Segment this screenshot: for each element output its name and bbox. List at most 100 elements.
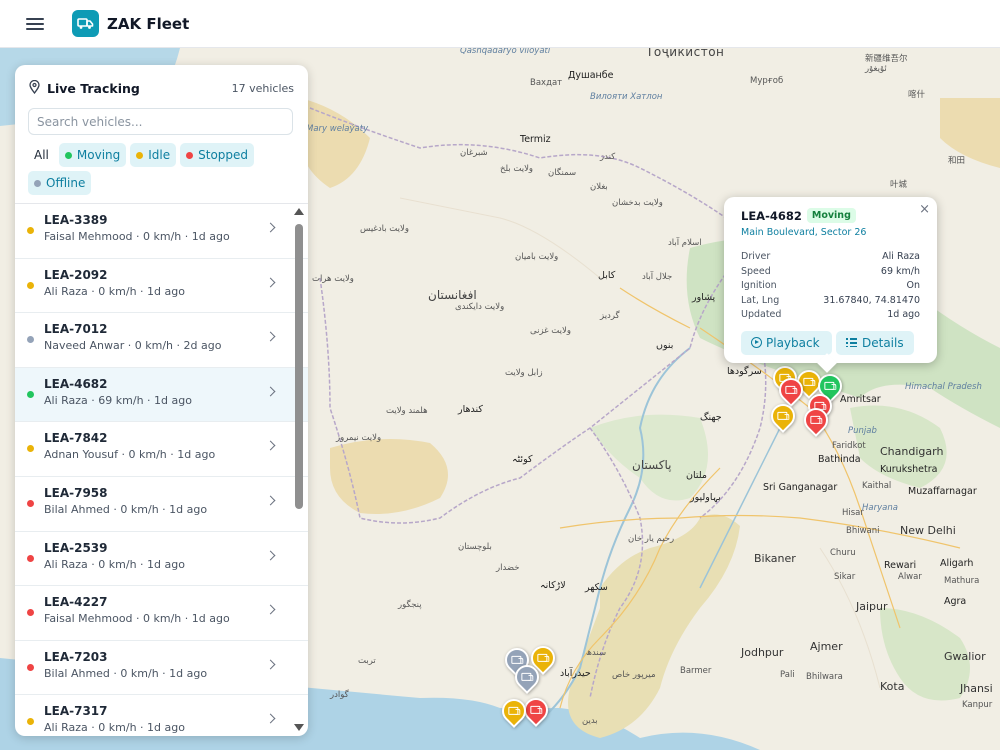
status-dot — [27, 390, 34, 398]
button-label: Playback — [766, 335, 820, 350]
search-vehicles-input[interactable] — [28, 108, 293, 135]
map-label: کندز — [600, 152, 616, 162]
status-dot — [27, 499, 34, 507]
map-label: بہاولپور — [690, 492, 721, 503]
field-value: Ali Raza — [882, 251, 920, 262]
map-label: Termiz — [520, 134, 551, 145]
vehicle-meta: Ali Raza · 0 km/h · 1d ago — [44, 284, 185, 298]
map-label: Qashqadaryo viloyati — [460, 48, 551, 56]
filter-stopped[interactable]: Stopped — [180, 143, 255, 167]
map-label: Alwar — [898, 572, 922, 582]
close-icon[interactable]: × — [919, 202, 930, 217]
map-label: Hisar — [842, 508, 864, 518]
map-label: Вахдат — [530, 78, 563, 88]
playback-button[interactable]: Playback — [741, 330, 832, 355]
map-label: شبرغان — [460, 148, 488, 158]
map-label: ئۇيغۇر — [865, 64, 887, 74]
map-label: Churu — [830, 548, 856, 558]
map-label: Rewari — [884, 560, 917, 571]
map-label: ولایت بلخ — [500, 164, 534, 174]
vehicle-row[interactable]: LEA-7203 Bilal Ahmed · 0 km/h · 1d ago — [15, 641, 308, 696]
map-label: ولایت غزنی — [530, 326, 571, 336]
status-dot — [64, 151, 72, 159]
filter-offline[interactable]: Offline — [28, 171, 92, 195]
popup-plate: LEA-4682 — [741, 208, 802, 223]
map-label: پشاور — [692, 292, 716, 303]
vehicle-meta: Ali Raza · 0 km/h · 1d ago — [44, 721, 185, 735]
map-label: Jodhpur — [741, 646, 784, 659]
map-label: کندهار — [458, 404, 483, 415]
panel-title: Live Tracking — [47, 81, 140, 96]
map-label: Muzaffarnagar — [908, 486, 977, 497]
vehicle-row[interactable]: LEA-4227 Faisal Mehmood · 0 km/h · 1d ago — [15, 586, 308, 641]
map-label: بدین — [582, 716, 598, 726]
vehicle-list: LEA-3389 Faisal Mehmood · 0 km/h · 1d ago… — [15, 203, 308, 736]
hamburger-menu-icon[interactable] — [24, 16, 46, 32]
map-label: سکھر — [585, 582, 608, 593]
scroll-down-arrow-icon[interactable] — [294, 724, 304, 731]
map-label: Bikaner — [754, 552, 796, 565]
scroll-up-arrow-icon[interactable] — [294, 208, 304, 215]
status-dot — [27, 336, 34, 344]
vehicle-row[interactable]: LEA-7842 Adnan Yousuf · 0 km/h · 1d ago — [15, 422, 308, 477]
map-label: هلمند ولایت — [386, 406, 428, 416]
map-label: Sri Ganganagar — [763, 482, 838, 493]
map-label: Mathura — [944, 576, 980, 586]
map-label: گردیز — [600, 311, 620, 321]
list-icon — [846, 338, 857, 348]
filter-label: Moving — [76, 148, 121, 162]
map-label: ولایت دایکندی — [455, 302, 505, 312]
field-label: Driver — [741, 251, 771, 262]
map-label: 喀什 — [908, 90, 926, 100]
vehicle-meta: Naveed Anwar · 0 km/h · 2d ago — [44, 339, 222, 353]
map-label: بغلان — [590, 182, 608, 192]
map-label: سندھ — [586, 648, 607, 658]
filter-all[interactable]: All — [28, 143, 55, 167]
map-label: Bhilwara — [806, 672, 843, 682]
map-label: Мурғоб — [750, 76, 784, 86]
map-label: Kaithal — [862, 481, 892, 491]
vehicle-row[interactable]: LEA-7958 Bilal Ahmed · 0 km/h · 1d ago — [15, 477, 308, 532]
scrollbar-thumb[interactable] — [295, 224, 303, 509]
map-label: Faridkot — [832, 441, 866, 451]
popup-field-driver: Driver Ali Raza — [741, 250, 920, 265]
status-dot — [136, 151, 144, 159]
map-label: Ajmer — [810, 640, 843, 653]
location-pin-icon — [29, 79, 40, 98]
scrollbar[interactable] — [294, 204, 304, 736]
status-dot — [186, 151, 194, 159]
live-tracking-panel: Live Tracking 17 vehicles All Moving Idl… — [15, 65, 308, 736]
field-value: 69 km/h — [880, 265, 920, 277]
map-label: Душанбе — [568, 70, 614, 81]
map-label: بنوں — [656, 340, 674, 351]
map-label: Kurukshetra — [880, 464, 938, 475]
filter-idle[interactable]: Idle — [130, 143, 177, 167]
map-label: Haryana — [862, 503, 898, 513]
status-dot — [27, 281, 34, 289]
map-label: Amritsar — [840, 394, 881, 405]
vehicle-meta: Faisal Mehmood · 0 km/h · 1d ago — [44, 612, 230, 626]
map-label: ولایت بادغیس — [360, 224, 409, 234]
vehicle-row[interactable]: LEA-2539 Ali Raza · 0 km/h · 1d ago — [15, 532, 308, 587]
map-label: New Delhi — [900, 524, 956, 537]
details-button[interactable]: Details — [836, 330, 914, 355]
map-label: 和田 — [948, 156, 966, 166]
map-label: ولایت نیمروز — [336, 433, 382, 443]
map-label: میرپور خاص — [612, 670, 656, 680]
field-value: 31.67840, 74.81470 — [823, 294, 920, 306]
map-label: ملتان — [686, 470, 707, 481]
map-label: خضدار — [496, 563, 520, 573]
vehicle-row[interactable]: LEA-3389 Faisal Mehmood · 0 km/h · 1d ago — [15, 204, 308, 259]
vehicle-row[interactable]: LEA-7012 Naveed Anwar · 0 km/h · 2d ago — [15, 313, 308, 368]
map-label: Punjab — [848, 426, 877, 436]
vehicle-row[interactable]: LEA-4682 Ali Raza · 69 km/h · 1d ago — [15, 367, 308, 423]
filter-moving[interactable]: Moving — [58, 143, 127, 167]
status-dot — [27, 663, 34, 671]
map-label: Aligarh — [940, 558, 974, 569]
map-label: سمنگان — [548, 168, 577, 178]
map-label: پاکستان — [632, 458, 672, 472]
map-label: Kota — [880, 680, 905, 693]
vehicle-row[interactable]: LEA-2092 Ali Raza · 0 km/h · 1d ago — [15, 259, 308, 314]
vehicle-row[interactable]: LEA-7317 Ali Raza · 0 km/h · 1d ago — [15, 695, 308, 736]
field-label: Lat, Lng — [741, 294, 780, 306]
